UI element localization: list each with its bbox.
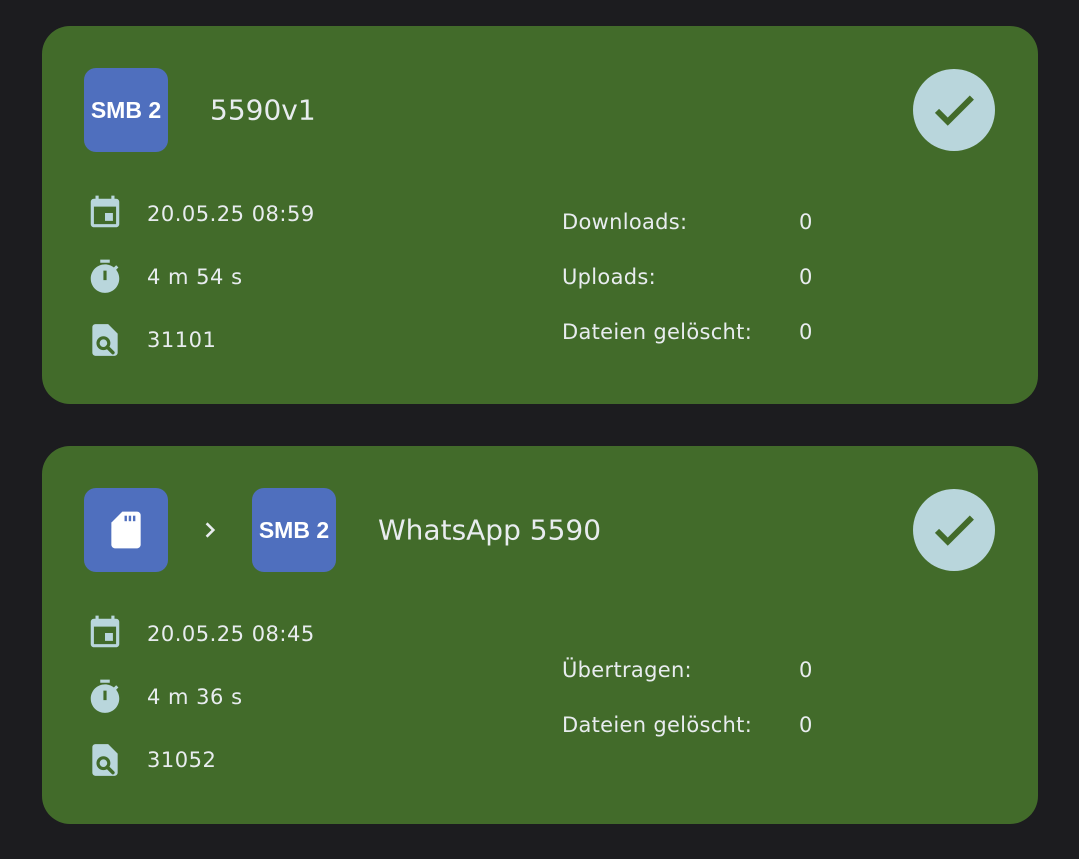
stat-deleted-value: 0 [799, 320, 813, 344]
sync-job-card-5590v1[interactable]: SMB 2 5590v1 20.05.25 08:59 4 m 54 s 311… [42, 26, 1038, 404]
smb2-badge: SMB 2 [252, 488, 336, 572]
smb2-badge: SMB 2 [84, 68, 168, 152]
stat-transferred-value: 0 [799, 658, 813, 682]
chevron-right-icon [205, 522, 216, 538]
stat-transferred-label: Übertragen: [562, 658, 692, 682]
timer-icon [90, 679, 120, 713]
sd-card-badge [84, 488, 168, 572]
job-date: 20.05.25 08:45 [147, 622, 315, 646]
job-duration: 4 m 54 s [147, 265, 243, 289]
timer-icon [90, 259, 120, 293]
job-title: WhatsApp 5590 [378, 513, 602, 547]
stat-downloads-label: Downloads: [562, 210, 688, 234]
stat-uploads-value: 0 [799, 265, 813, 289]
sync-job-card-whatsapp-5590[interactable]: SMB 2 WhatsApp 5590 20.05.25 08:45 4 m 3… [42, 446, 1038, 824]
check-icon [913, 69, 995, 151]
job-title: 5590v1 [210, 93, 316, 127]
job-files-checked: 31101 [147, 328, 217, 352]
check-icon [913, 489, 995, 571]
calendar-icon [90, 195, 120, 228]
job-duration: 4 m 36 s [147, 685, 243, 709]
job-files-checked: 31052 [147, 748, 217, 772]
stat-deleted-value: 0 [799, 713, 813, 737]
smb2-badge-label: SMB 2 [90, 96, 162, 123]
smb2-badge-label: SMB 2 [258, 516, 330, 543]
file-search-icon [92, 744, 118, 776]
job-date: 20.05.25 08:59 [147, 202, 315, 226]
sd-card-icon [111, 511, 141, 549]
stat-deleted-label: Dateien gelöscht: [562, 713, 753, 737]
calendar-icon [90, 615, 120, 648]
file-search-icon [92, 324, 118, 356]
stat-deleted-label: Dateien gelöscht: [562, 320, 753, 344]
stat-uploads-label: Uploads: [562, 265, 656, 289]
stat-downloads-value: 0 [799, 210, 813, 234]
